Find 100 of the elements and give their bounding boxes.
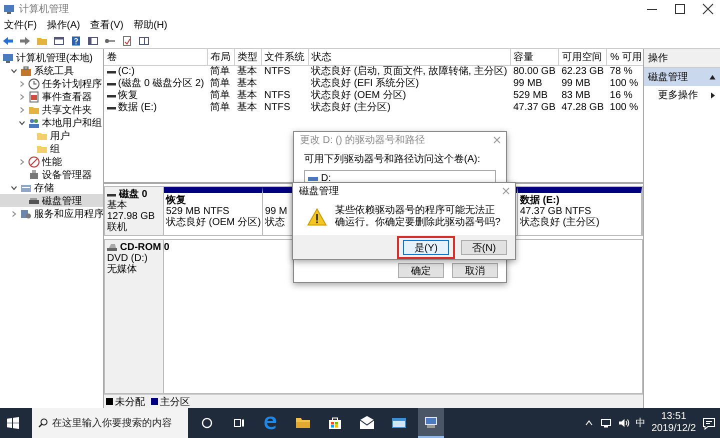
table-cell-text: (磁盘 0 磁盘分区 2)	[118, 78, 204, 90]
tree-item[interactable]: 本地用户和组	[0, 116, 103, 129]
toolbox-icon	[20, 64, 32, 76]
submenu-triangle-icon	[710, 92, 716, 98]
partition-size: 99 M	[265, 206, 288, 217]
disk-info: 基本	[107, 200, 128, 211]
menu-item[interactable]: 操作(A)	[46, 19, 80, 32]
table-cell-text: 83 MB	[560, 90, 592, 102]
table-cell-text: 简单	[209, 102, 232, 114]
clock-time[interactable]: 13:51	[661, 411, 686, 423]
computer-management-icon[interactable]	[423, 414, 439, 430]
tree-item[interactable]: 共享文件夹	[0, 103, 103, 116]
network-icon[interactable]	[600, 418, 612, 428]
table-cell-text: NTFS	[263, 102, 292, 114]
chevron-down-icon[interactable]	[10, 184, 18, 192]
search-icon	[38, 418, 48, 428]
table-cell-text: 529 MB	[512, 90, 549, 102]
dialog-button[interactable]: 取消	[452, 263, 498, 278]
tree-item[interactable]: 磁盘管理	[0, 194, 103, 207]
dialog-button[interactable]: 是(Y)	[403, 240, 449, 254]
table-cell: 62.23 GB	[558, 66, 607, 78]
tree-item[interactable]: 用户	[0, 129, 103, 142]
chevron-down-icon[interactable]	[10, 66, 18, 74]
table-cell-text: 47.28 GB	[560, 102, 605, 114]
chevron-right-icon[interactable]	[10, 210, 18, 218]
search-field[interactable]: 在这里输入你要搜索的内容	[32, 408, 188, 438]
clock-date[interactable]: 2019/12/2	[652, 423, 696, 435]
chevron-right-icon[interactable]	[18, 106, 26, 114]
speaker-icon[interactable]	[618, 418, 630, 428]
device-icon	[28, 168, 40, 180]
tree-item[interactable]: 系统工具	[0, 64, 103, 77]
document-icon[interactable]	[121, 36, 133, 46]
log-icon	[28, 90, 40, 102]
legend-label: 主分区	[160, 396, 190, 408]
disk-info: 127.98 GB	[107, 211, 156, 222]
column-header[interactable]: 卷	[104, 49, 208, 66]
circle-icon[interactable]	[201, 417, 213, 429]
table-cell: (C:)	[118, 66, 135, 78]
partition-name: 数据 (E:)	[520, 195, 560, 206]
tree-item[interactable]: 设备管理器	[0, 168, 103, 181]
drive-icon	[308, 176, 318, 182]
table-cell-text: 100 %	[608, 78, 640, 90]
menu-item[interactable]: 查看(V)	[90, 19, 124, 32]
dialog-button[interactable]: 确定	[398, 263, 444, 278]
disk-info: 无媒体	[107, 264, 138, 275]
table-cell: 恢复	[118, 90, 138, 102]
tree-item[interactable]: 事件查看器	[0, 90, 103, 103]
action-item[interactable]: 更多操作	[644, 86, 720, 104]
chevron-right-icon[interactable]	[18, 158, 26, 166]
input-method-indicator[interactable]: 中	[636, 416, 646, 430]
tree-item[interactable]: 计算机管理(本地)	[0, 51, 103, 64]
folder-icon[interactable]	[295, 415, 311, 431]
column-header[interactable]: 类型	[234, 49, 262, 66]
partition-status: 状态良好 (OEM 分区)	[166, 217, 261, 228]
chevron-right-icon[interactable]	[18, 92, 26, 100]
column-header[interactable]: 可用空间	[558, 49, 607, 66]
menu-item[interactable]: 文件(F)	[4, 19, 37, 32]
caret-up-icon[interactable]	[584, 418, 594, 428]
table-cell-text: 简单	[209, 90, 232, 102]
column-header[interactable]: 文件系统	[261, 49, 308, 66]
cd-drive-icon	[107, 243, 117, 252]
browser-icon[interactable]	[263, 415, 279, 431]
column-header[interactable]: 状态	[308, 49, 510, 66]
envelope-icon[interactable]	[359, 415, 375, 431]
notification-icon[interactable]	[702, 416, 716, 430]
table-cell: 基本	[234, 66, 262, 78]
dialog-button[interactable]: 否(N)	[461, 240, 507, 254]
tree-item[interactable]: 性能	[0, 155, 103, 168]
panel-icon[interactable]	[53, 36, 65, 46]
table-cell-text: 基本	[236, 78, 258, 90]
forward-arrow-icon[interactable]	[19, 36, 31, 46]
tree-item[interactable]: 存储	[0, 181, 103, 194]
panel-icon[interactable]	[87, 36, 99, 46]
tree-item[interactable]: 任务计划程序	[0, 77, 103, 90]
shopping-bag-icon[interactable]	[327, 415, 343, 431]
window-icon[interactable]	[391, 415, 407, 431]
column-header[interactable]: 布局	[207, 49, 234, 66]
partition-name: 恢复	[166, 195, 186, 206]
panel-icon[interactable]	[138, 36, 150, 46]
task-view-icon[interactable]	[233, 417, 245, 429]
back-arrow-icon[interactable]	[2, 36, 14, 46]
list-item[interactable]: D:	[321, 173, 331, 184]
actions-header: 操作	[644, 49, 720, 68]
partition-status: 状态	[265, 217, 285, 228]
column-header[interactable]: 容量	[510, 49, 558, 66]
field-label: 可用下列驱动器号和路径访问这个卷(A):	[304, 152, 482, 166]
partition-size: 529 MB NTFS	[166, 206, 230, 217]
tree-item[interactable]: 组	[0, 142, 103, 155]
chevron-down-icon[interactable]	[18, 118, 26, 126]
action-section[interactable]: 磁盘管理	[644, 68, 720, 86]
partition[interactable]: 数据 (E:) 47.37 GB NTFS 状态良好 (主分区)	[518, 187, 642, 235]
table-cell: NTFS	[261, 66, 308, 78]
help-icon[interactable]	[70, 36, 82, 46]
chevron-right-icon[interactable]	[18, 80, 26, 88]
table-cell-text: 状态良好 (OEM 分区)	[310, 90, 408, 101]
legend-label: 未分配	[115, 396, 145, 408]
partition[interactable]: 恢复 529 MB NTFS 状态良好 (OEM 分区)	[164, 187, 263, 235]
table-cell: 80.00 GB	[510, 66, 558, 78]
menu-item[interactable]: 帮助(H)	[133, 19, 168, 32]
windows-logo-icon[interactable]	[7, 417, 19, 429]
